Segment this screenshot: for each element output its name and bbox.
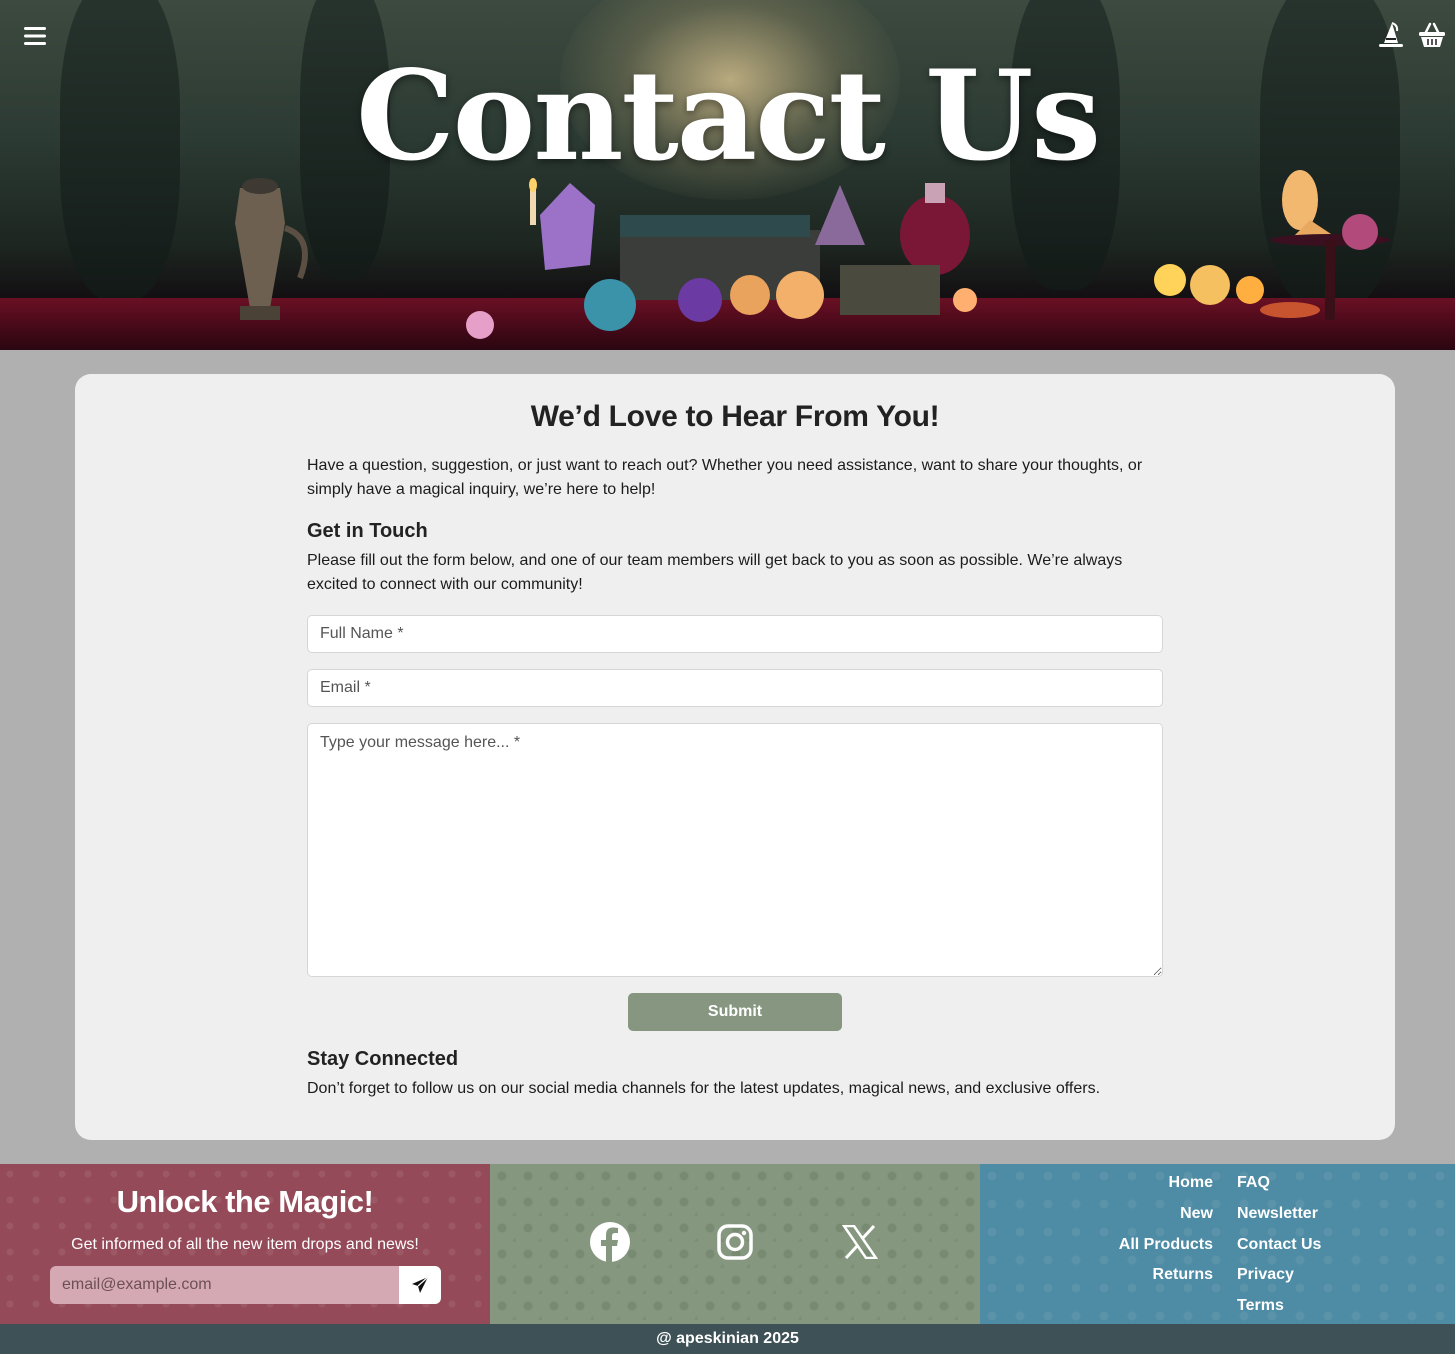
cart-button[interactable] (1417, 20, 1447, 50)
footer-link-new[interactable]: New (1119, 1203, 1213, 1234)
contact-intro: Have a question, suggestion, or just wan… (307, 457, 1143, 498)
newsletter-email-input[interactable] (50, 1266, 399, 1304)
message-textarea[interactable] (307, 723, 1163, 977)
contact-form: Submit (307, 615, 1163, 1031)
x-icon (842, 1225, 878, 1259)
footer-link-home[interactable]: Home (1119, 1172, 1213, 1203)
full-name-input[interactable] (307, 615, 1163, 653)
footer-link-privacy[interactable]: Privacy (1237, 1264, 1321, 1295)
footer-link-newsletter[interactable]: Newsletter (1237, 1203, 1321, 1234)
page-title: Contact Us (355, 44, 1101, 189)
footer-links-left: Home New All Products Returns (1119, 1172, 1213, 1295)
footer-links-right: FAQ Newsletter Contact Us Privacy Terms (1237, 1172, 1321, 1324)
get-in-touch-heading: Get in Touch (307, 520, 428, 542)
footer-link-all-products[interactable]: All Products (1119, 1234, 1213, 1265)
basket-icon (1419, 22, 1445, 47)
witch-hat-icon (1379, 22, 1403, 47)
newsletter-section: Unlock the Magic! Get informed of all th… (0, 1164, 490, 1324)
footer-link-terms[interactable]: Terms (1237, 1295, 1321, 1324)
get-in-touch-text: Please fill out the form below, and one … (307, 552, 1123, 593)
facebook-link[interactable] (590, 1222, 630, 1262)
hero-banner: Contact Us (0, 0, 1455, 350)
newsletter-title: Unlock the Magic! (116, 1184, 374, 1219)
submit-button[interactable]: Submit (628, 993, 842, 1031)
hero-crystals-image (466, 178, 977, 339)
hero-lantern-image (235, 178, 308, 320)
email-input[interactable] (307, 669, 1163, 707)
copyright-bar: @ apeskinian 2025 (0, 1324, 1455, 1354)
social-section (490, 1164, 980, 1324)
facebook-icon (590, 1222, 630, 1262)
social-links (490, 1222, 980, 1262)
stay-connected-text: Don’t forget to follow us on our social … (307, 1080, 1101, 1097)
site-links-section: Home New All Products Returns FAQ Newsle… (980, 1164, 1455, 1324)
hero-potions-image (1154, 170, 1390, 320)
footer-link-returns[interactable]: Returns (1119, 1264, 1213, 1295)
footer-link-faq[interactable]: FAQ (1237, 1172, 1321, 1203)
contact-content: We’d Love to Hear From You! Have a quest… (307, 374, 1163, 1101)
account-button[interactable] (1377, 20, 1405, 50)
x-link[interactable] (840, 1222, 880, 1262)
contact-heading: We’d Love to Hear From You! (530, 400, 940, 433)
hamburger-menu-icon (24, 27, 46, 45)
instagram-link[interactable] (715, 1222, 755, 1262)
stay-connected-heading: Stay Connected (307, 1048, 459, 1070)
footer: Unlock the Magic! Get informed of all th… (0, 1164, 1455, 1324)
newsletter-form (50, 1266, 441, 1304)
paper-plane-icon (412, 1276, 429, 1293)
newsletter-send-button[interactable] (399, 1266, 441, 1304)
instagram-icon (717, 1224, 753, 1260)
contact-card: We’d Love to Hear From You! Have a quest… (75, 374, 1395, 1140)
menu-button[interactable] (22, 24, 48, 48)
footer-link-contact-us[interactable]: Contact Us (1237, 1234, 1321, 1265)
newsletter-subtitle: Get informed of all the new item drops a… (71, 1236, 419, 1253)
